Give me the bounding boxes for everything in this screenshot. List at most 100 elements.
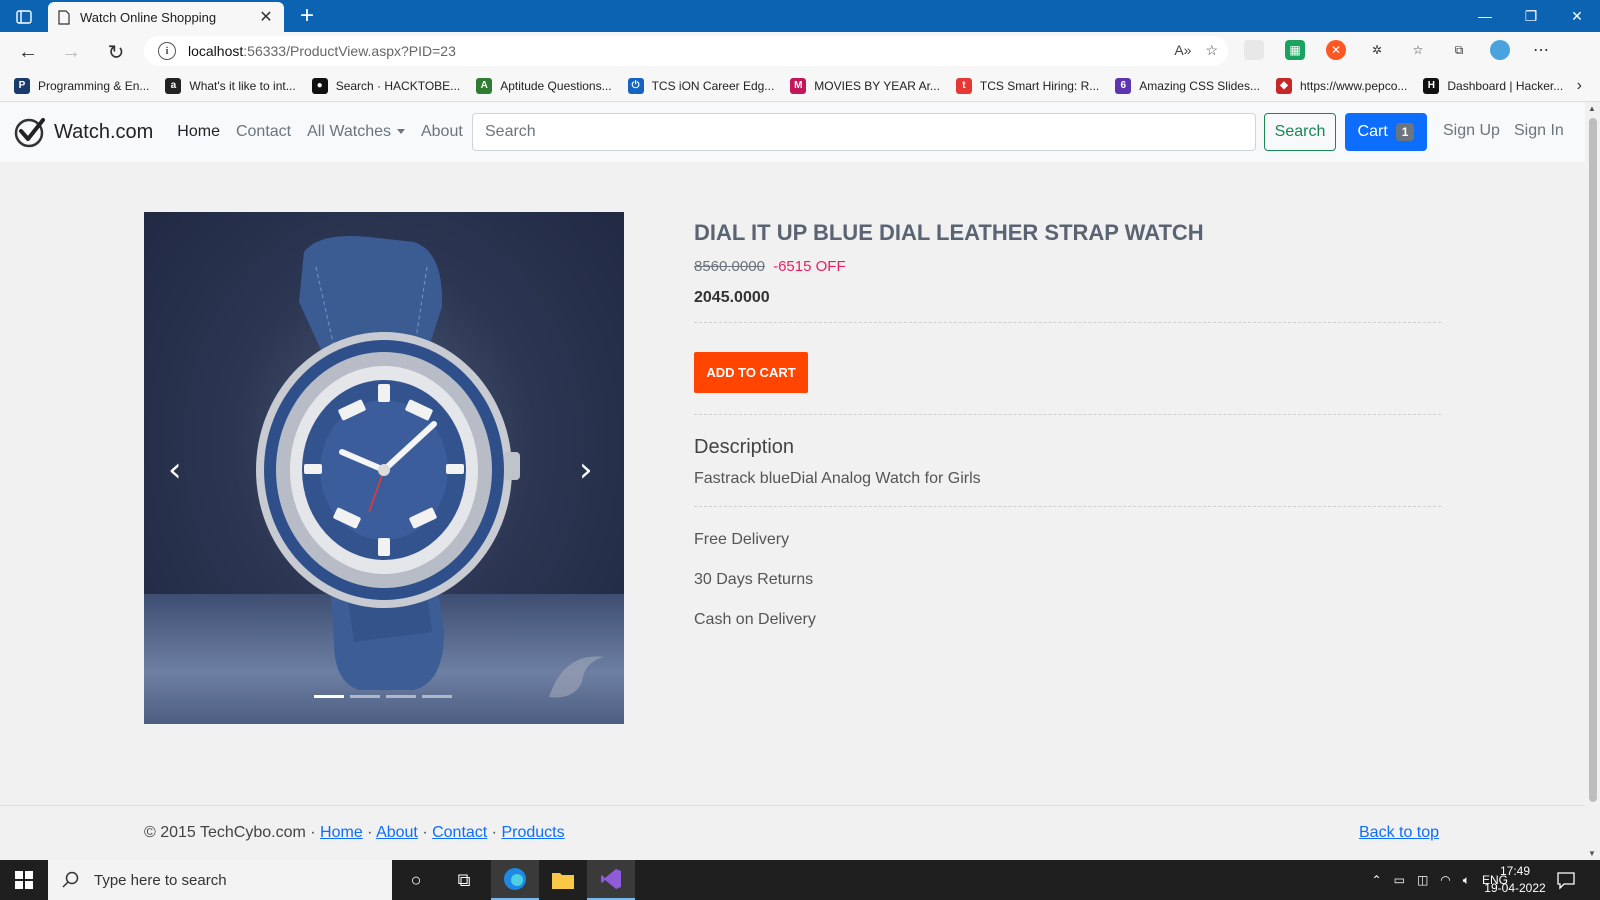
new-tab-button[interactable]: +: [294, 3, 320, 29]
site-navbar: Watch.com Home Contact All Watches About…: [0, 102, 1585, 162]
nav-contact[interactable]: Contact: [236, 123, 291, 141]
carousel-indicator[interactable]: [350, 695, 380, 698]
wifi-icon[interactable]: ◠: [1440, 873, 1450, 887]
bookmark-label: TCS iON Career Edg...: [651, 78, 775, 93]
site-info-icon[interactable]: i: [158, 42, 176, 60]
refresh-button[interactable]: ↻: [102, 38, 130, 66]
extensions-puzzle-icon[interactable]: ✲: [1367, 40, 1387, 60]
original-price: 8560.0000: [694, 258, 765, 275]
notification-center-icon[interactable]: [1556, 870, 1576, 890]
bookmark-item[interactable]: ● Search · HACKTOBE...: [311, 77, 461, 94]
forward-button[interactable]: →: [57, 38, 85, 66]
footer-home-link[interactable]: Home: [320, 824, 363, 841]
nav-all-watches[interactable]: All Watches: [307, 123, 405, 141]
scroll-down-arrow-icon[interactable]: ▼: [1588, 849, 1596, 858]
sale-price: 2045.0000: [694, 289, 770, 306]
back-to-top-container: Back to top: [1359, 824, 1439, 842]
more-bookmarks-chevron-icon[interactable]: ›: [1577, 77, 1582, 95]
cortana-button[interactable]: ○: [392, 860, 440, 900]
profile-avatar-icon[interactable]: [1490, 40, 1510, 60]
bookmark-label: Amazing CSS Slides...: [1139, 78, 1260, 93]
cart-label: Cart: [1357, 123, 1388, 140]
close-tab-icon[interactable]: ✕: [258, 7, 274, 27]
scroll-up-arrow-icon[interactable]: ▲: [1588, 104, 1596, 113]
bookmark-item[interactable]: ⏻ TCS iON Career Edg...: [627, 77, 775, 94]
task-view-button[interactable]: ⧉: [440, 860, 488, 900]
tab-watch-online-shopping[interactable]: Watch Online Shopping ✕: [48, 2, 284, 32]
bookmark-label: Search · HACKTOBE...: [335, 78, 461, 93]
address-bar[interactable]: i localhost:56333/ProductView.aspx?PID=2…: [144, 36, 1228, 66]
sign-in-link[interactable]: Sign In: [1514, 122, 1564, 140]
bookmark-item[interactable]: t TCS Smart Hiring: R...: [955, 77, 1099, 94]
meet-now-icon[interactable]: ◫: [1417, 873, 1428, 887]
cortana-circle-icon: ○: [410, 869, 422, 890]
bookmark-item[interactable]: P Programming & En...: [14, 77, 149, 94]
bookmark-item[interactable]: a What's it like to int...: [165, 77, 296, 94]
footer-contact-link[interactable]: Contact: [432, 824, 487, 841]
edge-taskbar-button[interactable]: [491, 860, 539, 900]
close-window-button[interactable]: ✕: [1554, 0, 1600, 32]
brand-name: Watch.com: [54, 120, 154, 143]
search-icon: [62, 871, 79, 888]
add-favorite-icon[interactable]: ☆: [1205, 42, 1218, 59]
carousel-indicator[interactable]: [422, 695, 452, 698]
cart-button[interactable]: Cart 1: [1345, 113, 1427, 151]
search-input[interactable]: [472, 113, 1256, 151]
browser-toolbar: ← → ↻ i localhost:56333/ProductView.aspx…: [0, 32, 1600, 70]
taskbar-clock[interactable]: 17:49 19-04-2022: [1482, 863, 1548, 897]
checkmark-logo-icon: [14, 118, 45, 148]
back-arrow-icon: ←: [18, 40, 38, 63]
tab-actions-button[interactable]: [10, 6, 38, 28]
read-aloud-icon[interactable]: A»: [1174, 42, 1191, 59]
extension-grid-icon[interactable]: [1244, 40, 1264, 60]
extension-orange-icon[interactable]: ✕: [1326, 40, 1346, 60]
restore-button[interactable]: ❐: [1508, 0, 1554, 32]
minimize-button[interactable]: —: [1462, 0, 1508, 32]
back-to-top-link[interactable]: Back to top: [1359, 824, 1439, 841]
bookmark-item[interactable]: A Aptitude Questions...: [476, 77, 612, 94]
file-explorer-button[interactable]: [539, 860, 587, 900]
start-button[interactable]: [0, 860, 48, 900]
bookmark-item[interactable]: M MOVIES BY YEAR Ar...: [790, 77, 940, 94]
volume-icon[interactable]: 🔈︎: [1463, 873, 1470, 888]
sign-up-link[interactable]: Sign Up: [1443, 122, 1500, 140]
search-button[interactable]: Search: [1264, 113, 1336, 151]
tcs-icon: t: [955, 77, 972, 94]
add-to-cart-button[interactable]: ADD TO CART: [694, 352, 808, 393]
show-hidden-icons-chevron-icon[interactable]: ⌃: [1372, 873, 1382, 887]
visual-studio-icon: [601, 869, 621, 889]
carousel-indicator[interactable]: [314, 695, 344, 698]
amazon-icon: a: [165, 77, 182, 94]
battery-icon[interactable]: ▭: [1394, 873, 1405, 887]
carousel-indicators: [314, 695, 452, 698]
task-view-icon: ⧉: [457, 869, 471, 890]
visual-studio-button[interactable]: [587, 860, 635, 900]
taskbar-search-box[interactable]: Type here to search: [48, 860, 392, 900]
nav-about[interactable]: About: [421, 123, 463, 141]
bookmark-item[interactable]: 6 Amazing CSS Slides...: [1115, 77, 1260, 94]
carousel-prev-button[interactable]: ‹: [168, 450, 182, 490]
edge-browser-icon: [504, 868, 526, 890]
collections-icon[interactable]: ⧉: [1449, 40, 1469, 60]
footer-about-link[interactable]: About: [376, 824, 418, 841]
url-text[interactable]: localhost:56333/ProductView.aspx?PID=23: [188, 43, 456, 59]
carousel-indicator[interactable]: [386, 695, 416, 698]
scroll-thumb[interactable]: [1589, 118, 1597, 802]
brand-link[interactable]: Watch.com: [12, 115, 153, 149]
bookmark-label: MOVIES BY YEAR Ar...: [814, 78, 940, 93]
more-menu-icon[interactable]: ⋯: [1531, 40, 1551, 60]
back-button[interactable]: ←: [14, 38, 42, 66]
footer-products-link[interactable]: Products: [501, 824, 564, 841]
extension-sheets-icon[interactable]: ▦: [1285, 40, 1305, 60]
programming-bookmark-icon: P: [14, 77, 30, 94]
favorites-icon[interactable]: ☆: [1408, 40, 1428, 60]
carousel-next-button[interactable]: ›: [579, 450, 593, 490]
page-scrollbar[interactable]: ▲ ▼: [1585, 102, 1600, 860]
chevron-down-icon: [396, 129, 405, 135]
power-icon: ⏻: [627, 77, 644, 94]
github-icon: ●: [311, 77, 328, 94]
bookmark-item[interactable]: H Dashboard | Hacker...: [1423, 77, 1563, 94]
window-controls: — ❐ ✕: [1462, 0, 1600, 32]
bookmark-item[interactable]: ◆ https://www.pepco...: [1275, 77, 1407, 94]
nav-home[interactable]: Home: [177, 123, 220, 141]
